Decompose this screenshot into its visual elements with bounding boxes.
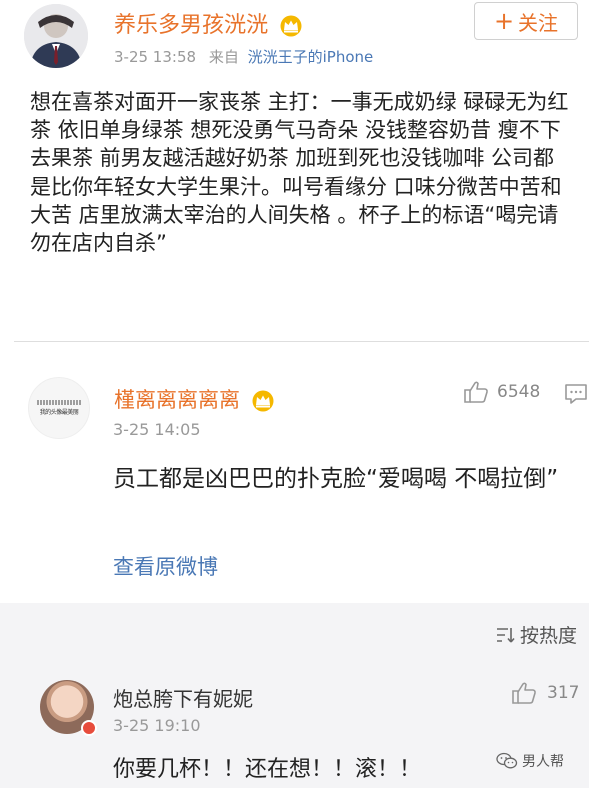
wechat-logo-icon [496,752,518,769]
post-from-label: 来自 [208,48,239,66]
like-count: 6548 [497,382,541,402]
sort-by-hot-button[interactable]: 按热度 [496,621,577,648]
follow-label: 关注 [518,10,559,35]
comment-author-name[interactable]: 槿离离离离离 [114,384,275,414]
person-avatar-icon [24,4,88,68]
follow-button[interactable]: + 关注 [474,2,578,40]
thumbs-up-icon [464,381,488,403]
reply-author-name[interactable]: 炮总胯下有妮妮 [113,683,253,712]
view-original-link[interactable]: 查看原微博 [113,551,218,581]
replies-section: 按热度 炮总胯下有妮妮 3-25 19:10 317 你要几杯！！还在想！！滚！… [0,603,589,788]
thumbs-up-icon [512,682,536,704]
sort-label: 按热度 [519,625,577,647]
plus-icon: + [493,7,515,35]
comment-text: 员工都是凶巴巴的扑克脸“爱喝喝 不喝拉倒” [113,466,559,492]
verified-badge-icon [81,720,97,736]
divider [14,341,589,342]
comment-card: 我的头像最美丽 槿离离离离离 3-25 14:05 6548 员工都是凶巴巴的扑… [0,355,589,605]
sort-icon [496,627,515,643]
comment-timestamp: 3-25 14:05 [113,420,201,439]
watermark-text: 男人帮 [522,754,564,770]
comment-author-label[interactable]: 槿离离离离离 [114,388,240,412]
post-timestamp: 3-25 13:58 [114,48,197,66]
reply-timestamp: 3-25 19:10 [113,716,201,735]
avatar[interactable] [40,680,97,736]
like-button[interactable]: 317 [511,681,579,705]
like-count: 317 [547,683,580,703]
reply-text: 你要几杯！！还在想！！滚！！ [113,757,422,782]
comment-icon[interactable] [564,383,588,405]
crown-icon [252,390,274,412]
watermark: 男人帮 [496,751,564,771]
post-author-label[interactable]: 养乐多男孩洸洸 [114,13,268,38]
like-button[interactable]: 6548 [463,380,540,404]
avatar[interactable] [24,4,88,68]
avatar[interactable]: 我的头像最美丽 [28,377,90,439]
post-device-link[interactable]: 洸洸王子的iPhone [248,48,374,66]
avatar-text: 我的头像最美丽 [39,409,79,416]
post-body-text: 想在喜茶对面开一家丧茶 主打：一事无成奶绿 碌碌无为红茶 依旧单身绿茶 想死没勇… [30,90,569,256]
crown-icon [280,15,302,37]
avatar-scribble [37,400,81,405]
post-header: 养乐多男孩洸洸 3-25 13:58 来自 洸洸王子的iPhone + 关注 [0,0,589,80]
post-meta: 3-25 13:58 来自 洸洸王子的iPhone [114,46,373,67]
post-author-name[interactable]: 养乐多男孩洸洸 [114,7,303,39]
